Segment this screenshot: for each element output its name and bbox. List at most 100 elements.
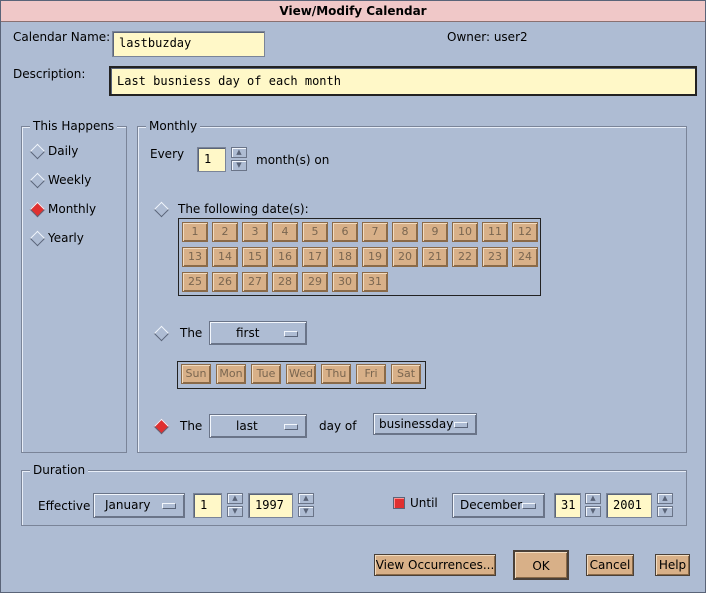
date-button[interactable]: 15 [242,247,268,267]
calendar-name-input[interactable]: lastbuzday [112,31,265,57]
help-button[interactable]: Help [655,554,690,576]
this-happens-title: This Happens [30,119,118,133]
dropdown-indicator-icon [284,424,298,430]
description-input[interactable]: Last busniess day of each month [109,66,697,96]
date-button[interactable]: 1 [182,222,208,242]
date-button[interactable]: 14 [212,247,238,267]
months-on-label: month(s) on [256,153,330,167]
weekday-button[interactable]: Mon [216,364,246,384]
weekly-radio[interactable] [29,172,46,189]
date-button[interactable]: 23 [482,247,508,267]
following-dates-radio[interactable] [153,201,170,218]
cancel-button[interactable]: Cancel [586,554,634,576]
weekday-button[interactable]: Sun [181,364,211,384]
until-label: Until [410,496,438,510]
date-button[interactable]: 19 [362,247,388,267]
yearly-label[interactable]: Yearly [48,231,84,245]
until-day-spinner[interactable]: ▲ ▼ [585,493,601,517]
date-button[interactable]: 20 [392,247,418,267]
every-spinner[interactable]: ▲ ▼ [231,147,247,171]
date-button[interactable]: 8 [392,222,418,242]
date-button[interactable]: 22 [452,247,478,267]
weekday-button[interactable]: Thu [321,364,351,384]
until-year-down-arrow-icon[interactable]: ▼ [657,506,673,517]
monthly-title: Monthly [146,119,201,133]
date-button[interactable]: 30 [332,272,358,292]
date-button[interactable]: 18 [332,247,358,267]
view-occurrences-button[interactable]: View Occurrences... [374,554,496,576]
until-year-spinner[interactable]: ▲ ▼ [657,493,673,517]
monthly-radio[interactable] [29,201,46,218]
until-month-dropdown[interactable]: December [452,493,545,518]
date-button[interactable]: 25 [182,272,208,292]
date-button[interactable]: 24 [512,247,538,267]
date-button[interactable]: 12 [512,222,538,242]
date-button[interactable]: 9 [422,222,448,242]
until-day-down-arrow-icon[interactable]: ▼ [585,506,601,517]
effective-day-input[interactable]: 1 [193,493,222,518]
weekday-button[interactable]: Fri [356,364,386,384]
date-button[interactable]: 11 [482,222,508,242]
effective-day-spinner[interactable]: ▲ ▼ [227,493,243,517]
effective-day-down-arrow-icon[interactable]: ▼ [227,506,243,517]
until-checkbox[interactable] [393,497,405,509]
effective-month-value: January [105,498,151,512]
date-button[interactable]: 5 [302,222,328,242]
date-button[interactable]: 28 [272,272,298,292]
date-button[interactable]: 3 [242,222,268,242]
every-input[interactable]: 1 [197,147,226,172]
effective-year-down-arrow-icon[interactable]: ▼ [298,506,314,517]
date-button[interactable]: 21 [422,247,448,267]
weekday-button[interactable]: Wed [286,364,316,384]
effective-year-spinner[interactable]: ▲ ▼ [298,493,314,517]
effective-year-input[interactable]: 1997 [248,493,293,518]
date-button[interactable]: 13 [182,247,208,267]
owner-label: Owner: user2 [447,30,528,44]
until-day-input[interactable]: 31 [554,493,581,518]
businessday-value: businessday [379,417,454,431]
date-button[interactable]: 10 [452,222,478,242]
the-last-radio[interactable] [153,418,170,435]
daily-radio[interactable] [29,143,46,160]
the-nth-radio[interactable] [153,325,170,342]
date-button[interactable]: 17 [302,247,328,267]
date-button[interactable]: 4 [272,222,298,242]
ok-button[interactable]: OK [513,550,569,580]
businessday-dropdown[interactable]: businessday [373,413,477,435]
dropdown-indicator-icon [522,503,536,509]
calendar-name-label: Calendar Name: [13,30,111,44]
weekday-button[interactable]: Sat [391,364,421,384]
every-down-arrow-icon[interactable]: ▼ [231,160,247,171]
last-dropdown[interactable]: last [209,414,307,438]
date-button[interactable]: 31 [362,272,388,292]
every-up-arrow-icon[interactable]: ▲ [231,147,247,158]
until-year-up-arrow-icon[interactable]: ▲ [657,493,673,504]
weekday-button[interactable]: Tue [251,364,281,384]
until-year-input[interactable]: 2001 [606,493,652,518]
date-button[interactable]: 2 [212,222,238,242]
dropdown-indicator-icon [454,422,468,428]
effective-month-dropdown[interactable]: January [93,493,185,518]
ordinal-value: first [236,326,260,340]
date-button[interactable]: 26 [212,272,238,292]
weekly-label[interactable]: Weekly [48,173,91,187]
until-day-up-arrow-icon[interactable]: ▲ [585,493,601,504]
last-value: last [236,419,258,433]
dropdown-indicator-icon [284,331,298,337]
date-button[interactable]: 29 [302,272,328,292]
effective-label: Effective [38,499,91,513]
effective-day-up-arrow-icon[interactable]: ▲ [227,493,243,504]
daily-label[interactable]: Daily [48,144,78,158]
date-button[interactable]: 27 [242,272,268,292]
monthly-label[interactable]: Monthly [48,202,96,216]
date-button[interactable]: 6 [332,222,358,242]
effective-year-up-arrow-icon[interactable]: ▲ [298,493,314,504]
view-modify-calendar-window: View/Modify Calendar Calendar Name: last… [0,0,706,593]
dropdown-indicator-icon [162,503,176,509]
duration-title: Duration [30,463,89,477]
date-button[interactable]: 16 [272,247,298,267]
every-label: Every [150,147,185,161]
yearly-radio[interactable] [29,230,46,247]
ordinal-dropdown[interactable]: first [209,321,307,345]
date-button[interactable]: 7 [362,222,388,242]
